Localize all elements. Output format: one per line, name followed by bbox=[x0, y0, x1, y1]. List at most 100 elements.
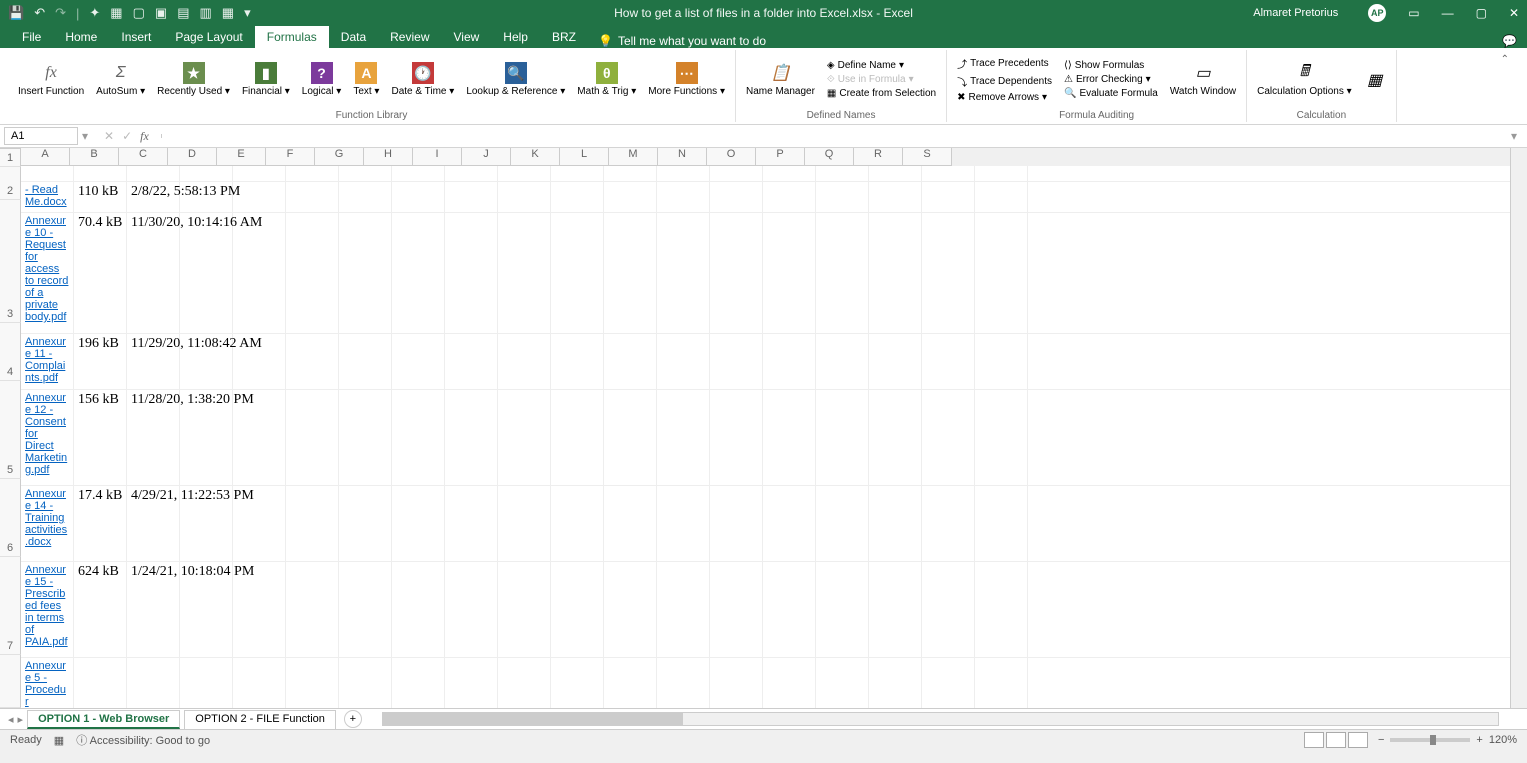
empty-cell[interactable] bbox=[763, 213, 816, 333]
empty-cell[interactable] bbox=[869, 213, 922, 333]
empty-cell[interactable] bbox=[710, 390, 763, 485]
empty-cell[interactable] bbox=[604, 486, 657, 561]
empty-cell[interactable] bbox=[445, 166, 498, 181]
calc-options-button[interactable]: 🖩Calculation Options ▾ bbox=[1253, 60, 1356, 99]
empty-cell[interactable] bbox=[286, 182, 339, 212]
file-link-cell[interactable]: Annexure 11 - Complaints.pdf bbox=[21, 334, 74, 389]
tell-me-search[interactable]: 💡Tell me what you want to do bbox=[598, 34, 766, 48]
empty-cell[interactable] bbox=[869, 182, 922, 212]
empty-cell[interactable] bbox=[657, 166, 710, 181]
empty-cell[interactable] bbox=[233, 658, 286, 708]
empty-cell[interactable] bbox=[922, 486, 975, 561]
file-size-cell[interactable]: 156 kB bbox=[74, 390, 127, 485]
empty-cell[interactable] bbox=[869, 390, 922, 485]
tab-formulas[interactable]: Formulas bbox=[255, 26, 329, 48]
empty-cell[interactable] bbox=[657, 334, 710, 389]
expand-formula-icon[interactable]: ▾ bbox=[1505, 129, 1523, 143]
view-buttons[interactable] bbox=[1304, 732, 1368, 748]
qat-icon[interactable]: ▦ bbox=[222, 5, 234, 21]
empty-cell[interactable] bbox=[180, 213, 233, 333]
empty-cell[interactable] bbox=[975, 182, 1028, 212]
empty-cell[interactable] bbox=[975, 390, 1028, 485]
empty-cell[interactable] bbox=[286, 213, 339, 333]
zoom-control[interactable]: − + 120% bbox=[1378, 734, 1517, 746]
empty-cell[interactable] bbox=[392, 213, 445, 333]
date-cell[interactable]: 11/29/20, 11:08:42 AM bbox=[127, 334, 180, 389]
tab-file[interactable]: File bbox=[10, 26, 53, 48]
empty-cell[interactable] bbox=[498, 486, 551, 561]
empty-cell[interactable] bbox=[339, 182, 392, 212]
row-header[interactable]: 3 bbox=[0, 200, 21, 323]
file-link-cell[interactable]: Annexure 15 - Prescribed fees in terms o… bbox=[21, 562, 74, 657]
column-header[interactable]: O bbox=[707, 148, 756, 166]
lookup-button[interactable]: 🔍Lookup & Reference ▾ bbox=[462, 60, 569, 99]
empty-cell[interactable] bbox=[710, 182, 763, 212]
empty-cell[interactable] bbox=[763, 166, 816, 181]
row-header[interactable]: 4 bbox=[0, 323, 21, 381]
file-link-cell[interactable]: - Read Me.docx bbox=[21, 182, 74, 212]
empty-cell[interactable] bbox=[233, 213, 286, 333]
empty-cell[interactable] bbox=[657, 182, 710, 212]
zoom-out-icon[interactable]: − bbox=[1378, 734, 1384, 746]
empty-cell[interactable] bbox=[339, 166, 392, 181]
empty-cell[interactable] bbox=[604, 334, 657, 389]
empty-cell[interactable] bbox=[710, 486, 763, 561]
empty-cell[interactable] bbox=[975, 486, 1028, 561]
column-header[interactable]: F bbox=[266, 148, 315, 166]
empty-cell[interactable] bbox=[445, 182, 498, 212]
vertical-scrollbar[interactable] bbox=[1510, 148, 1527, 708]
math-trig-button[interactable]: θMath & Trig ▾ bbox=[573, 60, 640, 99]
share-icon[interactable]: 💬 bbox=[1502, 34, 1517, 48]
empty-cell[interactable] bbox=[763, 486, 816, 561]
trace-dependents-button[interactable]: ⤵ Trace Dependents bbox=[953, 73, 1056, 90]
remove-arrows-button[interactable]: ✖ Remove Arrows ▾ bbox=[953, 91, 1056, 104]
empty-cell[interactable] bbox=[657, 390, 710, 485]
empty-cell[interactable] bbox=[498, 390, 551, 485]
empty-cell[interactable] bbox=[392, 334, 445, 389]
empty-cell[interactable] bbox=[392, 486, 445, 561]
column-header[interactable]: N bbox=[658, 148, 707, 166]
column-header[interactable]: G bbox=[315, 148, 364, 166]
horizontal-scrollbar[interactable] bbox=[382, 712, 1499, 726]
file-size-cell[interactable]: 110 kB bbox=[74, 182, 127, 212]
zoom-level[interactable]: 120% bbox=[1489, 734, 1517, 746]
empty-cell[interactable] bbox=[975, 562, 1028, 657]
empty-cell[interactable] bbox=[657, 658, 710, 708]
empty-cell[interactable] bbox=[816, 166, 869, 181]
empty-cell[interactable] bbox=[286, 562, 339, 657]
empty-cell[interactable] bbox=[657, 562, 710, 657]
column-header[interactable]: A bbox=[21, 148, 70, 166]
empty-cell[interactable] bbox=[392, 182, 445, 212]
qat-icon[interactable]: ▦ bbox=[110, 5, 122, 21]
ribbon-display-icon[interactable]: ▭ bbox=[1408, 6, 1419, 20]
date-cell[interactable]: 1/24/21, 10:18:04 PM bbox=[127, 562, 180, 657]
empty-cell[interactable] bbox=[975, 658, 1028, 708]
file-size-cell[interactable] bbox=[74, 658, 127, 708]
empty-cell[interactable] bbox=[392, 658, 445, 708]
empty-cell[interactable] bbox=[339, 390, 392, 485]
tab-view[interactable]: View bbox=[442, 26, 492, 48]
column-header[interactable]: S bbox=[903, 148, 952, 166]
column-header[interactable]: D bbox=[168, 148, 217, 166]
show-formulas-button[interactable]: ⟨⟩ Show Formulas bbox=[1060, 59, 1162, 72]
empty-cell[interactable] bbox=[816, 658, 869, 708]
tab-insert[interactable]: Insert bbox=[109, 26, 163, 48]
evaluate-formula-button[interactable]: 🔍 Evaluate Formula bbox=[1060, 87, 1162, 100]
empty-cell[interactable] bbox=[869, 486, 922, 561]
empty-cell[interactable] bbox=[286, 166, 339, 181]
empty-cell[interactable] bbox=[551, 334, 604, 389]
file-link-cell[interactable]: Annexure 12 - Consent for Direct Marketi… bbox=[21, 390, 74, 485]
spreadsheet-grid[interactable]: 1234567 ABCDEFGHIJKLMNOPQRS - Read Me.do… bbox=[0, 148, 1527, 708]
empty-cell[interactable] bbox=[710, 166, 763, 181]
empty-cell[interactable] bbox=[922, 166, 975, 181]
column-header[interactable]: I bbox=[413, 148, 462, 166]
sheet-tab[interactable]: OPTION 2 - FILE Function bbox=[184, 710, 336, 729]
empty-cell[interactable] bbox=[922, 390, 975, 485]
fx-icon[interactable]: fx bbox=[140, 129, 149, 144]
empty-cell[interactable] bbox=[763, 334, 816, 389]
file-link-cell[interactable]: Annexure 10 - Request for access to reco… bbox=[21, 213, 74, 333]
empty-cell[interactable] bbox=[869, 334, 922, 389]
empty-cell[interactable] bbox=[816, 334, 869, 389]
column-header[interactable]: L bbox=[560, 148, 609, 166]
qat-dropdown-icon[interactable]: ▾ bbox=[244, 5, 251, 21]
